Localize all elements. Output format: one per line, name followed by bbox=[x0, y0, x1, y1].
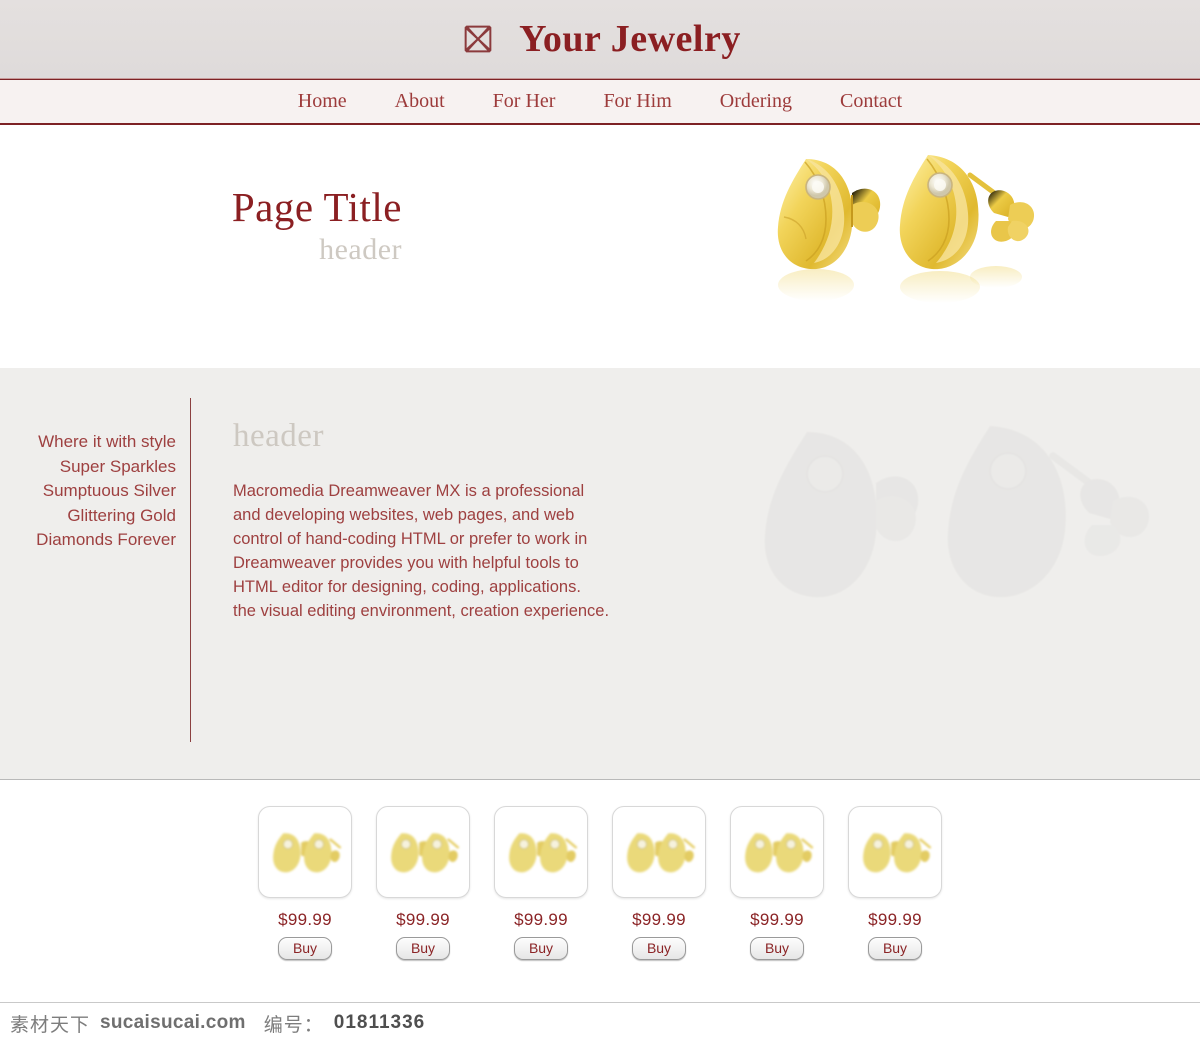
product-thumbnail[interactable] bbox=[730, 806, 824, 898]
nav-item-about[interactable]: About bbox=[371, 90, 469, 113]
sidebar-item-sumptuous-silver[interactable]: Sumptuous Silver bbox=[0, 479, 176, 504]
page-subtitle: header bbox=[319, 233, 402, 266]
product-card: $99.99 Buy bbox=[491, 806, 591, 960]
sidebar-item-where-it-with-style[interactable]: Where it with style bbox=[0, 430, 176, 455]
watermark-site-name-cn: 素材天下 bbox=[10, 1014, 91, 1036]
article-header: header bbox=[233, 418, 324, 454]
page-title: Page Title bbox=[231, 184, 402, 230]
nav-item-ordering[interactable]: Ordering bbox=[696, 90, 816, 113]
product-card: $99.99 Buy bbox=[373, 806, 473, 960]
product-card: $99.99 Buy bbox=[255, 806, 355, 960]
buy-button[interactable]: Buy bbox=[277, 937, 333, 960]
site-masthead: Your Jewelry bbox=[0, 0, 1200, 78]
article-line: and developing websites, web pages, and … bbox=[233, 506, 575, 524]
product-card: $99.99 Buy bbox=[609, 806, 709, 960]
article-line: the visual editing environment, creation… bbox=[233, 602, 610, 620]
product-thumbnail[interactable] bbox=[848, 806, 942, 898]
product-thumbnail[interactable] bbox=[612, 806, 706, 898]
sidebar-item-super-sparkles[interactable]: Super Sparkles bbox=[0, 455, 176, 480]
maltese-cross-icon bbox=[459, 20, 497, 58]
banner-heading: Page Title header bbox=[120, 187, 402, 268]
article-line: HTML editor for designing, coding, appli… bbox=[233, 578, 581, 596]
product-thumbnail[interactable] bbox=[494, 806, 588, 898]
sidebar-item-diamonds-forever[interactable]: Diamonds Forever bbox=[0, 528, 176, 553]
product-price: $99.99 bbox=[396, 910, 450, 929]
article-line: Dreamweaver provides you with helpful to… bbox=[233, 554, 579, 572]
page-banner: Page Title header bbox=[0, 125, 1200, 368]
product-price: $99.99 bbox=[278, 910, 332, 929]
content-section: Where it with style Super Sparkles Sumpt… bbox=[0, 368, 1200, 780]
banner-earrings-image bbox=[748, 135, 1048, 335]
footer-watermark: 素材天下 sucaisucai.com 编号： 01811336 bbox=[0, 1002, 1200, 1043]
buy-button[interactable]: Buy bbox=[631, 937, 687, 960]
watermark-id-value: 01811336 bbox=[333, 1012, 426, 1033]
buy-button[interactable]: Buy bbox=[395, 937, 451, 960]
article: header Macromedia Dreamweaver MX is a pr… bbox=[191, 368, 609, 779]
article-body: Macromedia Dreamweaver MX is a professio… bbox=[233, 479, 609, 623]
product-card: $99.99 Buy bbox=[845, 806, 945, 960]
nav-item-home[interactable]: Home bbox=[274, 90, 371, 113]
product-price: $99.99 bbox=[750, 910, 804, 929]
nav-list: Home About For Her For Him Ordering Cont… bbox=[274, 90, 926, 113]
watermark-site-url: sucaisucai.com bbox=[100, 1012, 246, 1033]
site-brand-title: Your Jewelry bbox=[519, 18, 741, 60]
nav-item-for-her[interactable]: For Her bbox=[469, 90, 580, 113]
main-navigation: Home About For Her For Him Ordering Cont… bbox=[0, 78, 1200, 125]
product-card: $99.99 Buy bbox=[727, 806, 827, 960]
product-thumbnail[interactable] bbox=[258, 806, 352, 898]
product-thumbnail[interactable] bbox=[376, 806, 470, 898]
buy-button[interactable]: Buy bbox=[513, 937, 569, 960]
buy-button[interactable]: Buy bbox=[749, 937, 805, 960]
nav-item-for-him[interactable]: For Him bbox=[579, 90, 695, 113]
product-price: $99.99 bbox=[632, 910, 686, 929]
product-list: $99.99 Buy $99.99 Buy $99.99 Buy $99.99 … bbox=[0, 780, 1200, 999]
nav-item-contact[interactable]: Contact bbox=[816, 90, 926, 113]
article-line: control of hand-coding HTML or prefer to… bbox=[233, 530, 588, 548]
sidebar-links: Where it with style Super Sparkles Sumpt… bbox=[0, 368, 190, 779]
watermark-id-label: 编号： bbox=[263, 1014, 324, 1036]
article-line: Macromedia Dreamweaver MX is a professio… bbox=[233, 482, 585, 500]
product-price: $99.99 bbox=[868, 910, 922, 929]
buy-button[interactable]: Buy bbox=[867, 937, 923, 960]
sidebar-item-glittering-gold[interactable]: Glittering Gold bbox=[0, 504, 176, 529]
product-price: $99.99 bbox=[514, 910, 568, 929]
